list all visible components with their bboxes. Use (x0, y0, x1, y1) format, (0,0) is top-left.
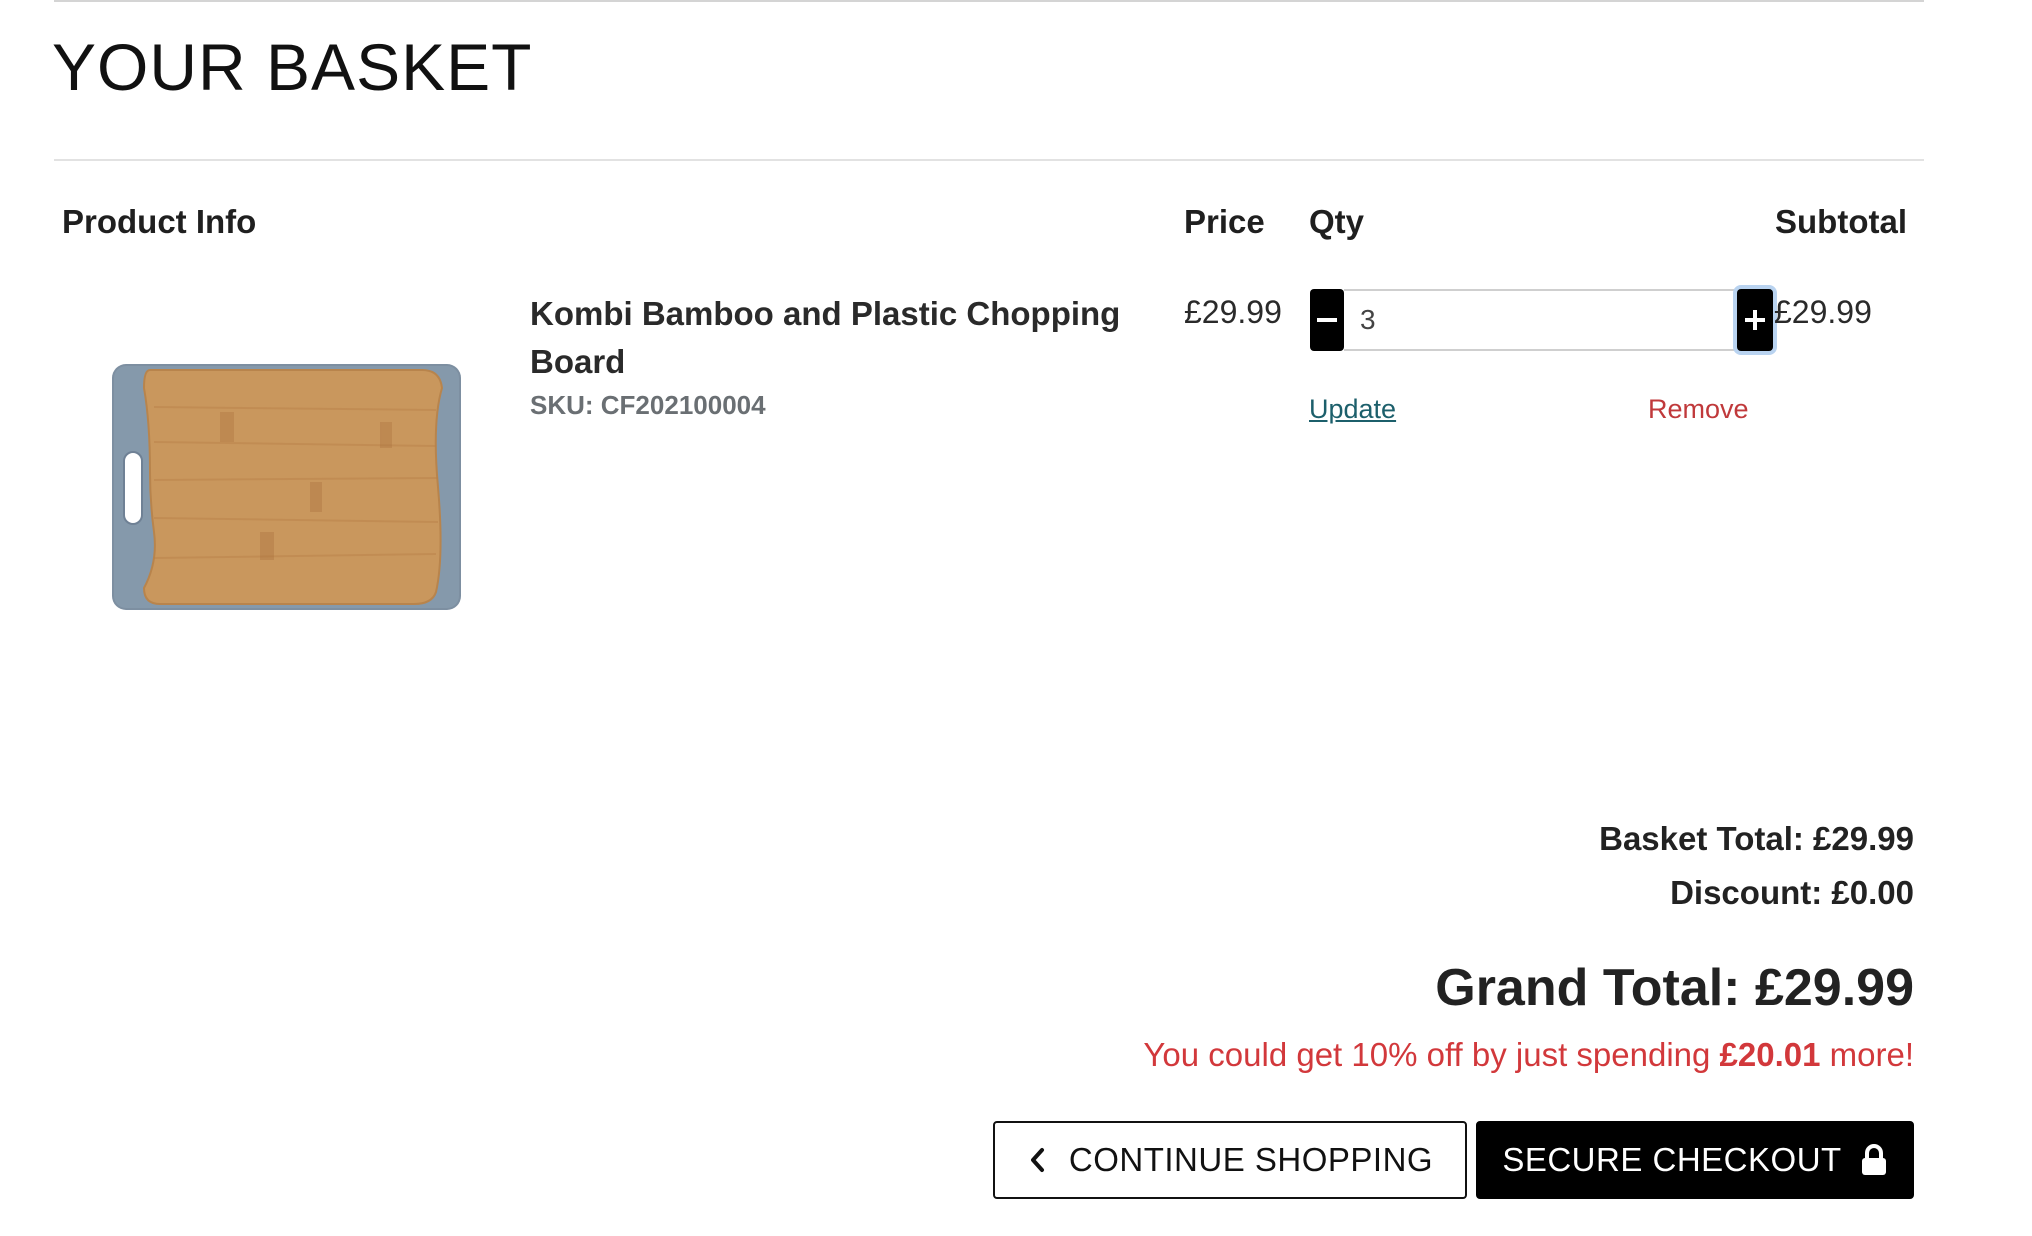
product-subtotal: £29.99 (1774, 294, 1872, 330)
secure-checkout-button[interactable]: SECURE CHECKOUT (1476, 1121, 1914, 1199)
continue-shopping-button[interactable]: CONTINUE SHOPPING (993, 1121, 1467, 1199)
quantity-stepper (1310, 289, 1773, 351)
continue-shopping-label: CONTINUE SHOPPING (1068, 1141, 1434, 1178)
increase-quantity-button[interactable] (1737, 289, 1773, 351)
title-divider (54, 159, 1924, 161)
discount-promo-message: You could get 10% off by just spending £… (1143, 1036, 1914, 1074)
top-divider (54, 0, 1924, 2)
header-qty: Qty (1309, 203, 1365, 240)
basket-page: YOUR BASKET Product Info Price Qty Subto… (0, 0, 2032, 1236)
product-name[interactable]: Kombi Bamboo and Plastic Chopping Board (530, 290, 1170, 386)
chevron-left-icon (1027, 1146, 1049, 1174)
promo-prefix: You could get 10% off by just spending (1143, 1036, 1720, 1073)
plus-icon (1745, 310, 1765, 330)
lock-icon (1860, 1144, 1888, 1176)
promo-suffix: more! (1820, 1036, 1914, 1073)
promo-amount: £20.01 (1719, 1036, 1821, 1073)
grand-total: Grand Total: £29.99 (1435, 959, 1914, 1017)
header-subtotal: Subtotal (1775, 203, 1907, 240)
discount-total: Discount: £0.00 (1670, 874, 1914, 911)
secure-checkout-label: SECURE CHECKOUT (1502, 1141, 1842, 1178)
header-product-info: Product Info (62, 203, 257, 240)
quantity-input[interactable] (1344, 289, 1737, 351)
basket-total: Basket Total: £29.99 (1599, 820, 1914, 857)
chopping-board-image[interactable] (110, 362, 463, 612)
decrease-quantity-button[interactable] (1310, 289, 1344, 351)
header-price: Price (1184, 203, 1265, 240)
page-title: YOUR BASKET (52, 30, 533, 104)
remove-link[interactable]: Remove (1648, 394, 1749, 425)
minus-icon (1317, 318, 1337, 322)
update-link[interactable]: Update (1309, 394, 1396, 425)
product-price: £29.99 (1184, 294, 1282, 330)
product-sku: SKU: CF202100004 (530, 390, 766, 420)
